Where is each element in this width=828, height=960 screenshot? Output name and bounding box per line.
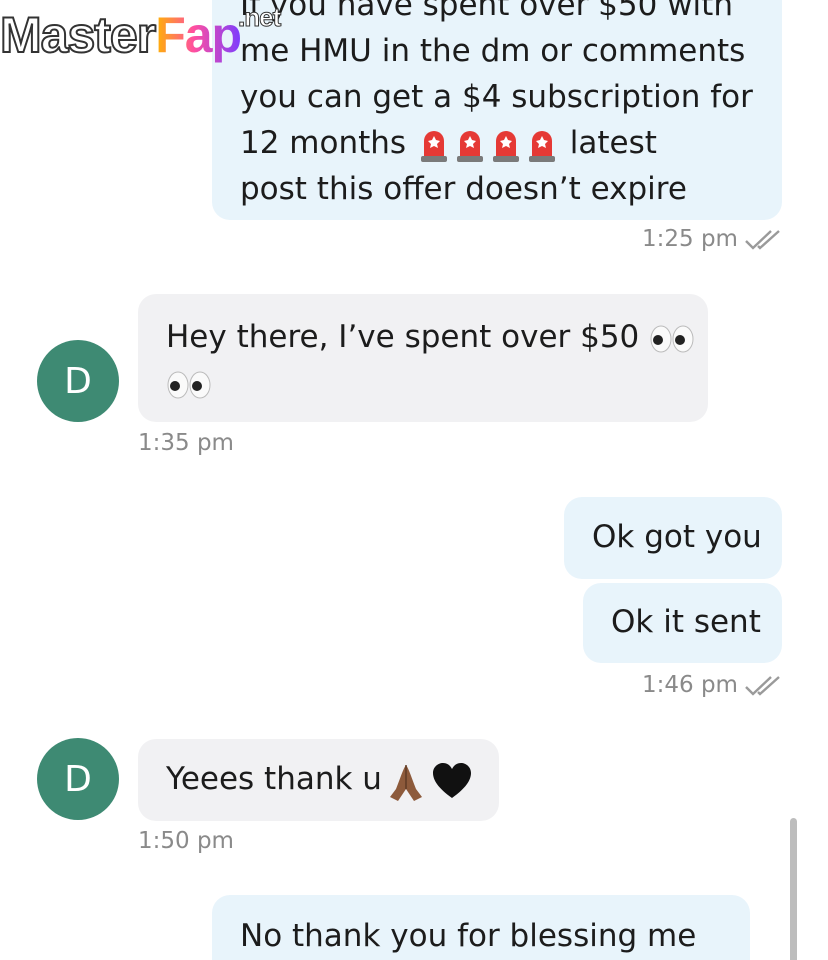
incoming-message-bubble[interactable]: Hey there, I’ve spent over $50 (138, 294, 708, 422)
message-timestamp: 1:50 pm (138, 828, 234, 854)
message-text: Yeees thank u (166, 761, 382, 797)
folded-hands-icon (389, 764, 422, 801)
message-line: 12 months latest (240, 120, 782, 166)
black-heart-icon (432, 762, 471, 798)
watermark-master-text: Master (0, 6, 157, 64)
eyes-icon (650, 325, 694, 352)
outgoing-message-bubble[interactable]: No thank you for blessing me (212, 895, 750, 960)
siren-icon (528, 130, 555, 162)
message-line: you can get a $4 subscription for (240, 79, 753, 115)
avatar-letter: D (64, 360, 92, 402)
message-line: me HMU in the dm or comments (240, 33, 746, 69)
watermark-net-text: .net (237, 2, 281, 33)
message-line: Yeees thank u (166, 756, 499, 803)
watermark-fap-text: Fap (155, 7, 242, 63)
chat-screen: If you have spent over $50 with me HMU i… (0, 0, 828, 960)
message-line: No thank you for blessing me (240, 918, 697, 954)
avatar-letter: D (64, 758, 92, 800)
avatar[interactable]: D (37, 738, 119, 820)
outgoing-message-bubble[interactable]: Ok got you (564, 497, 782, 579)
message-text: 12 months (240, 125, 407, 161)
message-timestamp: 1:25 pm (642, 226, 738, 252)
siren-icon (420, 130, 447, 162)
message-timestamp: 1:46 pm (642, 672, 738, 698)
watermark-logo: MasterFap .net (0, 2, 282, 65)
message-timestamp: 1:35 pm (138, 430, 234, 456)
message-line: Ok got you (592, 519, 762, 555)
outgoing-message-bubble[interactable]: Ok it sent (583, 583, 782, 663)
message-text: latest (569, 125, 657, 161)
message-line: Hey there, I’ve spent over $50 (166, 314, 708, 360)
message-line: If you have spent over $50 with (240, 0, 733, 23)
message-text: Hey there, I’ve spent over $50 (166, 319, 640, 355)
message-line: post this offer doesn’t expire (240, 171, 687, 207)
message-line: Ok it sent (611, 604, 761, 640)
double-check-icon (745, 675, 780, 696)
scrollbar[interactable] (790, 818, 797, 960)
outgoing-message-bubble[interactable]: If you have spent over $50 with me HMU i… (212, 0, 782, 220)
incoming-message-bubble[interactable]: Yeees thank u (138, 739, 499, 821)
siren-icon (492, 130, 519, 162)
siren-icon (456, 130, 483, 162)
message-meta: 1:46 pm (642, 672, 784, 698)
message-meta: 1:25 pm (642, 226, 784, 252)
eyes-icon (167, 371, 211, 398)
avatar[interactable]: D (37, 340, 119, 422)
double-check-icon (745, 229, 780, 250)
message-line (166, 360, 708, 406)
